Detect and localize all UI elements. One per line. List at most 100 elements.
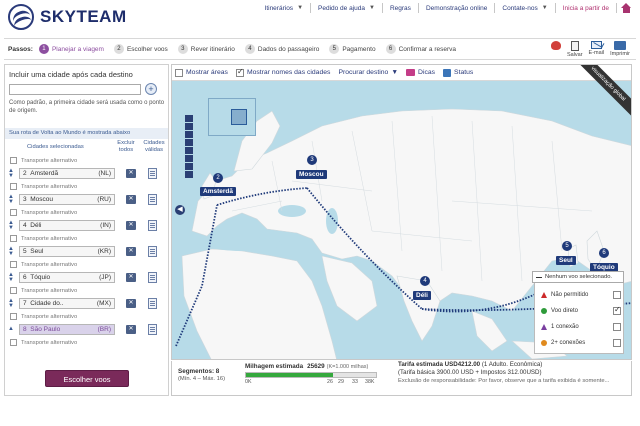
print-button[interactable]: Imprimir [610, 41, 630, 57]
city-item[interactable]: 4 Déli (IN) [19, 220, 115, 231]
show-city-names-checkbox[interactable] [235, 67, 244, 77]
origin-hint: Como padrão, a primeira cidade será usad… [9, 100, 165, 114]
city-item[interactable]: 3 Moscou (RU) [19, 194, 115, 205]
drag-handle-icon[interactable]: ▲ ▼ [8, 220, 14, 231]
pan-left-icon[interactable]: ◀ [175, 205, 185, 215]
city-name: São Paulo [30, 326, 61, 333]
alt-transport-checkbox[interactable] [10, 313, 17, 320]
step-plan-trip[interactable]: 1 Planejar a viagem [38, 44, 104, 54]
alt-transport-checkbox[interactable] [10, 183, 17, 190]
exclude-city-button[interactable]: ✕ [126, 169, 136, 178]
zoom-level[interactable] [185, 139, 193, 146]
mileage-tick: 26 [327, 379, 333, 385]
drag-handle-icon[interactable]: ▲ ▼ [8, 168, 14, 179]
valid-cities-icon[interactable] [148, 194, 157, 205]
nav-demo[interactable]: Demonstração online [419, 3, 496, 13]
drag-handle-icon[interactable]: ▲ ▼ [8, 246, 14, 257]
valid-cities-icon[interactable] [148, 272, 157, 283]
skyteam-logo[interactable]: SKYTEAM [8, 4, 127, 30]
zoom-level[interactable] [185, 131, 193, 138]
exclude-city-button[interactable]: ✕ [126, 299, 136, 308]
nav-contact[interactable]: Contate-nos ▼ [495, 3, 556, 13]
home-icon[interactable] [621, 3, 632, 13]
add-city-button[interactable]: + [145, 83, 157, 95]
zoom-level[interactable] [185, 171, 193, 178]
col-exclude-all[interactable]: Excluir todos [115, 140, 137, 154]
city-search-input[interactable] [9, 84, 141, 95]
show-areas-checkbox[interactable] [175, 68, 183, 77]
step-choose-flights[interactable]: 2 Escolher voos [113, 44, 168, 54]
zoom-level[interactable] [185, 155, 193, 162]
legend-item: 1 conexão [541, 321, 621, 333]
zoom-level[interactable] [185, 123, 193, 130]
route-map[interactable]: Mostrar áreas Mostrar nomes das cidades … [171, 64, 632, 360]
show-city-names-toggle[interactable]: Mostrar nomes das cidades [235, 67, 330, 77]
nav-help[interactable]: Pedido de ajuda ▼ [311, 3, 383, 13]
zoom-level[interactable] [185, 163, 193, 170]
step-review-itinerary[interactable]: 3 Rever itinerário [177, 44, 235, 54]
valid-cities-icon[interactable] [148, 246, 157, 257]
valid-cities-icon[interactable] [148, 220, 157, 231]
alt-transport-row: Transporte alternativo [5, 311, 168, 322]
city-item[interactable]: 7 Cidade do.. (MX) [19, 298, 115, 309]
alt-transport-checkbox[interactable] [10, 339, 17, 346]
email-icon [590, 41, 602, 49]
city-item[interactable]: 6 Tóquio (JP) [19, 272, 115, 283]
city-pin[interactable]: 6 [599, 248, 609, 258]
step-payment[interactable]: 5 Pagamento [329, 44, 376, 54]
step-confirm-booking[interactable]: 6 Confirmar a reserva [385, 44, 456, 54]
legend-checkbox[interactable] [613, 291, 621, 299]
exclude-city-button[interactable]: ✕ [126, 247, 136, 256]
overview-viewport-frame[interactable] [231, 109, 247, 125]
exclude-city-button[interactable]: ✕ [126, 273, 136, 282]
city-item[interactable]: 8 São Paulo (BR) [19, 324, 115, 335]
city-pin[interactable]: 2 [213, 173, 223, 183]
save-button[interactable]: Salvar [567, 41, 583, 58]
show-areas-toggle[interactable]: Mostrar áreas [175, 68, 228, 77]
map-overview-inset[interactable] [208, 98, 256, 136]
legend-checkbox[interactable] [613, 305, 621, 315]
drag-handle-icon[interactable]: ▲ [8, 326, 14, 332]
alt-transport-checkbox[interactable] [10, 235, 17, 242]
valid-cities-icon[interactable] [148, 168, 157, 179]
nav-itineraries[interactable]: Itinerários ▼ [258, 3, 312, 13]
drag-handle-icon[interactable]: ▲ ▼ [8, 194, 14, 205]
city-pin[interactable]: 3 [307, 155, 317, 165]
fare-disclaimer[interactable]: Exclusão de responsabilidade: Por favor,… [398, 377, 630, 385]
city-map-label[interactable]: Seul [556, 256, 576, 265]
zoom-level[interactable] [185, 147, 193, 154]
steps-bar: Passos: 1 Planejar a viagem 2 Escolher voo… [4, 38, 636, 60]
exclude-city-button[interactable]: ✕ [126, 195, 136, 204]
zoom-level[interactable] [185, 115, 193, 122]
alt-transport-checkbox[interactable] [10, 261, 17, 268]
exclude-city-button[interactable]: ✕ [126, 221, 136, 230]
nav-rules[interactable]: Regras [383, 3, 419, 13]
city-map-label[interactable]: Amsterdã [200, 187, 236, 196]
share-button[interactable] [550, 41, 561, 50]
tips-button[interactable]: Dicas [406, 69, 435, 76]
email-button[interactable]: E-mail [589, 41, 604, 56]
valid-cities-icon[interactable] [148, 298, 157, 309]
nav-start-from[interactable]: Inicia a partir de [556, 3, 617, 13]
caspian-sea [326, 208, 338, 234]
status-button[interactable]: Status [443, 68, 473, 77]
zoom-control[interactable] [185, 115, 193, 187]
find-destination-dropdown[interactable]: Procurar destino ▼ [338, 69, 398, 76]
alt-transport-checkbox[interactable] [10, 209, 17, 216]
legend-checkbox[interactable] [613, 323, 621, 331]
exclude-city-button[interactable]: ✕ [126, 325, 136, 334]
city-map-label[interactable]: Moscou [296, 170, 327, 179]
city-item[interactable]: 5 Seul (KR) [19, 246, 115, 257]
alt-transport-checkbox[interactable] [10, 157, 17, 164]
city-map-label[interactable]: Déli [413, 291, 431, 300]
drag-handle-icon[interactable]: ▲ ▼ [8, 272, 14, 283]
city-item[interactable]: 2 Amsterdã (NL) [19, 168, 115, 179]
city-pin[interactable]: 4 [420, 276, 430, 286]
city-pin[interactable]: 5 [562, 241, 572, 251]
choose-flights-button[interactable]: Escolher voos [45, 370, 129, 387]
step-passenger-data[interactable]: 4 Dados do passageiro [244, 44, 319, 54]
valid-cities-icon[interactable] [148, 324, 157, 335]
drag-handle-icon[interactable]: ▲ ▼ [8, 298, 14, 309]
alt-transport-checkbox[interactable] [10, 287, 17, 294]
legend-checkbox[interactable] [613, 339, 621, 347]
